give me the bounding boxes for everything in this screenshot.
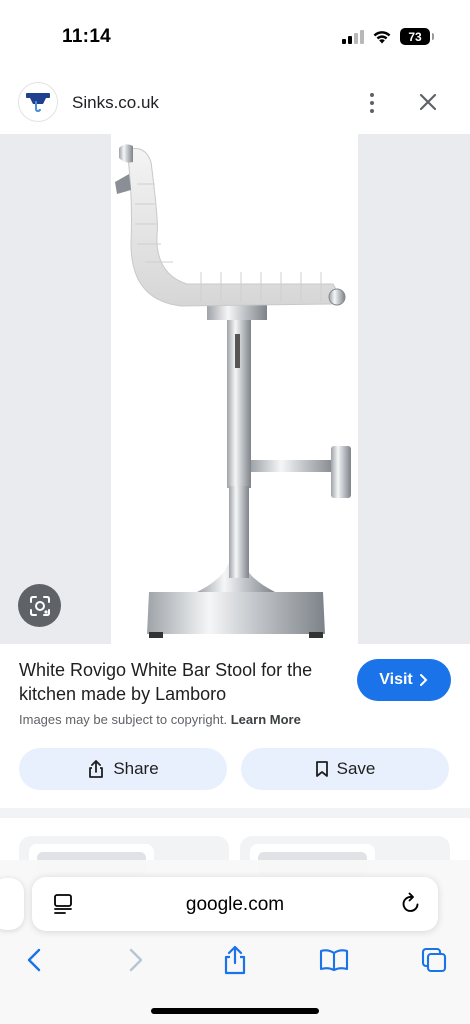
battery-level: 73 [408, 29, 422, 44]
visit-label: Visit [379, 671, 413, 688]
site-logo[interactable] [18, 82, 58, 122]
image-preview [0, 134, 470, 644]
bar-stool-image [115, 144, 351, 638]
bookmarks-icon [319, 949, 349, 972]
section-divider [0, 808, 470, 818]
save-label: Save [336, 759, 376, 778]
sink-logo-icon [26, 93, 50, 113]
status-time: 11:14 [62, 26, 112, 47]
bookmarks-button[interactable] [314, 940, 354, 980]
copyright-text: Images may be subject to copyright. [19, 712, 228, 727]
lens-button[interactable] [18, 584, 61, 627]
cellular-signal-icon [342, 29, 364, 44]
copyright-notice: Images may be subject to copyright. Lear… [19, 712, 301, 727]
share-icon [89, 760, 104, 778]
site-name[interactable]: Sinks.co.uk [72, 93, 159, 113]
close-icon[interactable] [414, 88, 442, 116]
bookmark-icon [315, 761, 328, 777]
learn-more-link[interactable]: Learn More [231, 712, 301, 727]
battery-icon: 73 [400, 28, 434, 45]
chevron-right-icon [419, 674, 428, 686]
status-bar: 11:14 73 [0, 0, 470, 70]
home-indicator [151, 1008, 319, 1014]
address-bar[interactable]: google.com [32, 877, 438, 931]
safari-share-icon [224, 945, 246, 975]
browser-toolbar [0, 940, 470, 980]
forward-button[interactable] [116, 940, 156, 980]
product-image[interactable] [111, 134, 358, 644]
tabs-icon [421, 947, 447, 973]
lens-icon [29, 595, 50, 616]
back-button[interactable] [14, 940, 54, 980]
share-label: Share [113, 759, 159, 778]
site-header: Sinks.co.uk [0, 78, 470, 128]
back-icon [27, 948, 41, 972]
visit-button[interactable]: Visit [357, 659, 451, 701]
status-icons: 73 [342, 28, 434, 45]
reload-icon[interactable] [400, 892, 422, 916]
safari-share-button[interactable] [215, 940, 255, 980]
forward-icon [129, 948, 143, 972]
previous-tab-edge[interactable] [0, 878, 24, 930]
tabs-button[interactable] [414, 940, 454, 980]
save-button[interactable]: Save [241, 748, 449, 790]
url-text[interactable]: google.com [32, 894, 438, 916]
wifi-icon [373, 31, 391, 44]
share-button[interactable]: Share [19, 748, 227, 790]
result-title[interactable]: White Rovigo White Bar Stool for the kit… [19, 658, 339, 706]
more-vert-icon[interactable] [362, 88, 382, 118]
